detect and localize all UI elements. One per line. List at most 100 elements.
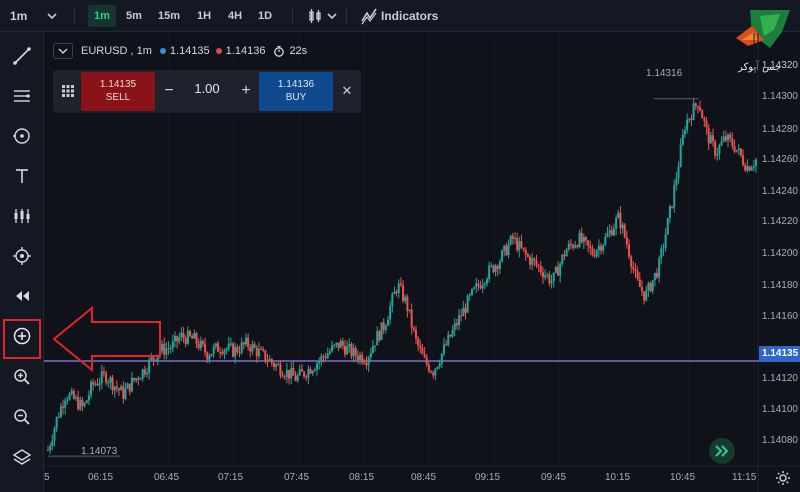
tab-5m[interactable]: 5m [121,5,147,27]
horizontal-lines-icon[interactable] [6,80,38,112]
trendline-icon[interactable] [6,40,38,72]
candle-body [673,185,676,208]
candle-body [735,150,738,152]
candle-body [90,381,93,396]
candle-body [531,258,534,265]
ray-icon[interactable] [6,120,38,152]
sell-button[interactable]: 1.14135 SELL [81,72,155,111]
candle-body [546,274,549,276]
candle-body [445,344,448,346]
candle-body [199,340,202,349]
close-icon[interactable]: ✕ [337,81,357,101]
quantity-field[interactable]: 1.00 [179,81,235,96]
candle-body [593,255,596,257]
zoom-out-icon[interactable] [6,401,38,433]
candle-body [139,378,142,380]
candle-body [371,346,374,353]
candle-body [541,272,544,278]
candle-body [268,359,271,362]
time-axis-label: 11:15 [732,472,757,483]
buy-button[interactable]: 1.14136 BUY [259,72,333,111]
scroll-to-realtime-button[interactable] [709,438,735,464]
timeframe-selector[interactable]: 1m [10,0,27,32]
candle-body [214,343,217,347]
pattern-icon[interactable] [6,200,38,232]
candle-body [727,134,730,141]
candle-body [692,103,695,120]
price-axis-label: 1.14100 [761,404,798,415]
text-icon[interactable] [6,160,38,192]
candle-body [649,283,652,292]
tab-4h[interactable]: 4H [222,5,248,27]
candle-body [567,243,570,250]
candle-body [348,343,351,347]
tab-1d[interactable]: 1D [253,5,277,27]
tab-15m[interactable]: 15m [154,5,184,27]
candle-body [277,364,280,366]
candle-body [565,249,568,257]
time-axis-label: 06:45 [154,472,180,483]
candle-body [83,403,86,406]
candle-body [554,266,557,273]
candle-body [105,372,108,383]
target-icon[interactable] [6,240,38,272]
candle-body [617,212,620,219]
candle-body [374,345,377,347]
candle-body [425,357,428,365]
candle-body [436,366,439,369]
candle-body [742,155,745,165]
zoom-in-icon[interactable] [6,361,38,393]
candle-body [544,275,547,278]
candle-body [74,397,77,399]
tab-1h[interactable]: 1H [192,5,216,27]
candle-body [496,265,499,270]
candle-body [242,342,245,345]
candle-body [118,388,121,391]
candle-body [658,258,661,278]
rewind-icon[interactable] [6,280,38,312]
candle-body [51,440,54,447]
indicators-button[interactable]: Indicators [381,0,438,32]
time-axis-label: 06:15 [88,472,114,483]
gear-icon[interactable] [775,470,791,486]
divider [346,8,347,24]
candle-body [111,377,114,391]
candle-body [468,294,471,296]
candle-body [470,288,473,295]
buy-price: 1.14136 [277,79,315,90]
candle-body [145,373,148,375]
candle-body [533,258,536,261]
tab-1m[interactable]: 1m [88,5,116,27]
candle-body [651,280,654,292]
candle-body [311,371,314,374]
indicators-icon[interactable] [361,0,377,32]
candle-body [677,166,680,179]
candle-body [619,212,622,229]
time-axis-label: 08:45 [411,472,437,483]
increase-quantity-button[interactable]: + [236,80,256,102]
candle-body [68,394,71,400]
candle-body [186,330,189,345]
grid-icon[interactable] [57,80,79,102]
candle-body [643,291,646,301]
time-axis-label: 08:15 [349,472,375,483]
candle-body [343,345,346,355]
candle-type-icon[interactable] [308,0,322,32]
candle-body [133,377,136,381]
candle-body [638,279,641,288]
candle-body [559,263,562,276]
symbol-menu-button[interactable] [53,43,73,59]
candle-body [636,271,639,280]
candle-body [165,348,168,355]
candle-body [255,347,258,357]
candle-body [739,148,742,156]
decrease-quantity-button[interactable]: − [159,80,179,102]
chevron-down-icon[interactable] [327,0,337,32]
candle-body [307,368,310,378]
candle-body [442,344,445,354]
layers-icon[interactable] [6,441,38,473]
chevron-down-icon[interactable] [47,0,57,32]
candle-body [582,236,585,243]
candle-body [298,369,301,376]
bar-timer: 22s [289,45,308,57]
